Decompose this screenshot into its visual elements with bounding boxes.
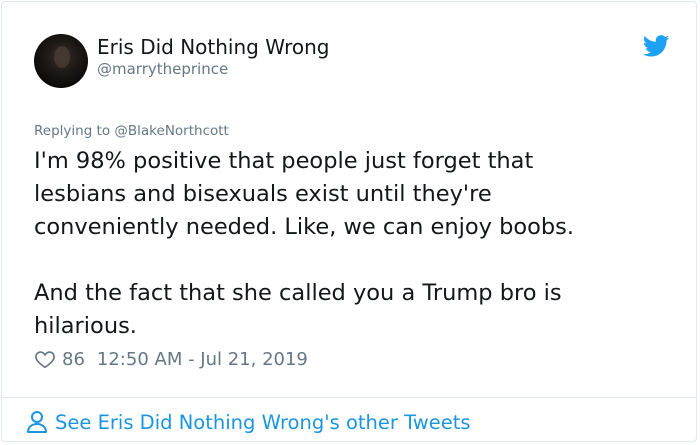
- avatar-face: [54, 46, 70, 68]
- like-count[interactable]: 86: [62, 349, 85, 370]
- author-handle[interactable]: @marrytheprince: [97, 60, 228, 78]
- tweet-line: lesbians and bisexuals exist until they'…: [34, 181, 492, 207]
- tweet-line: I'm 98% positive that people just forget…: [34, 148, 534, 174]
- timestamp[interactable]: 12:50 AM - Jul 21, 2019: [97, 349, 308, 370]
- replying-to-label[interactable]: Replying to @BlakeNorthcott: [34, 123, 229, 139]
- tweet-line: hilarious.: [34, 313, 137, 339]
- divider: [2, 397, 696, 398]
- tweet-meta: 86 12:50 AM - Jul 21, 2019: [34, 346, 308, 372]
- tweet-card: Eris Did Nothing Wrong @marrytheprince R…: [1, 1, 697, 442]
- person-icon: [27, 411, 47, 433]
- author-display-name[interactable]: Eris Did Nothing Wrong: [97, 35, 329, 59]
- heart-icon[interactable]: [34, 348, 56, 370]
- twitter-bird-icon[interactable]: [643, 35, 670, 57]
- see-other-tweets-link[interactable]: See Eris Did Nothing Wrong's other Tweet…: [26, 409, 471, 435]
- see-other-tweets-text[interactable]: See Eris Did Nothing Wrong's other Tweet…: [55, 411, 471, 434]
- tweet-text: I'm 98% positive that people just forget…: [34, 145, 674, 343]
- avatar[interactable]: [34, 34, 88, 88]
- tweet-line: And the fact that she called you a Trump…: [34, 280, 562, 306]
- tweet-line: conveniently needed. Like, we can enjoy …: [34, 214, 575, 240]
